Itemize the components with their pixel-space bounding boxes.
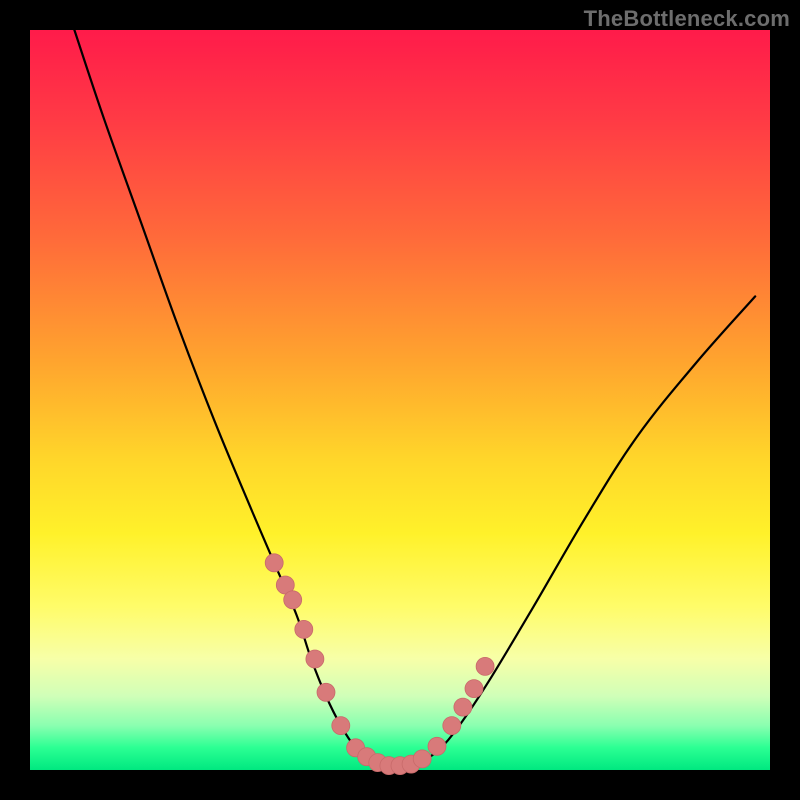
data-marker bbox=[428, 737, 446, 755]
data-marker bbox=[443, 717, 461, 735]
data-marker bbox=[306, 650, 324, 668]
data-marker bbox=[317, 683, 335, 701]
data-marker bbox=[454, 698, 472, 716]
marker-group bbox=[265, 554, 494, 775]
data-marker bbox=[476, 657, 494, 675]
watermark-text: TheBottleneck.com bbox=[584, 6, 790, 32]
bottleneck-curve bbox=[74, 30, 755, 767]
chart-svg bbox=[30, 30, 770, 770]
chart-plot-area bbox=[30, 30, 770, 770]
data-marker bbox=[465, 680, 483, 698]
data-marker bbox=[332, 717, 350, 735]
data-marker bbox=[295, 620, 313, 638]
data-marker bbox=[284, 591, 302, 609]
data-marker bbox=[413, 750, 431, 768]
data-marker bbox=[265, 554, 283, 572]
